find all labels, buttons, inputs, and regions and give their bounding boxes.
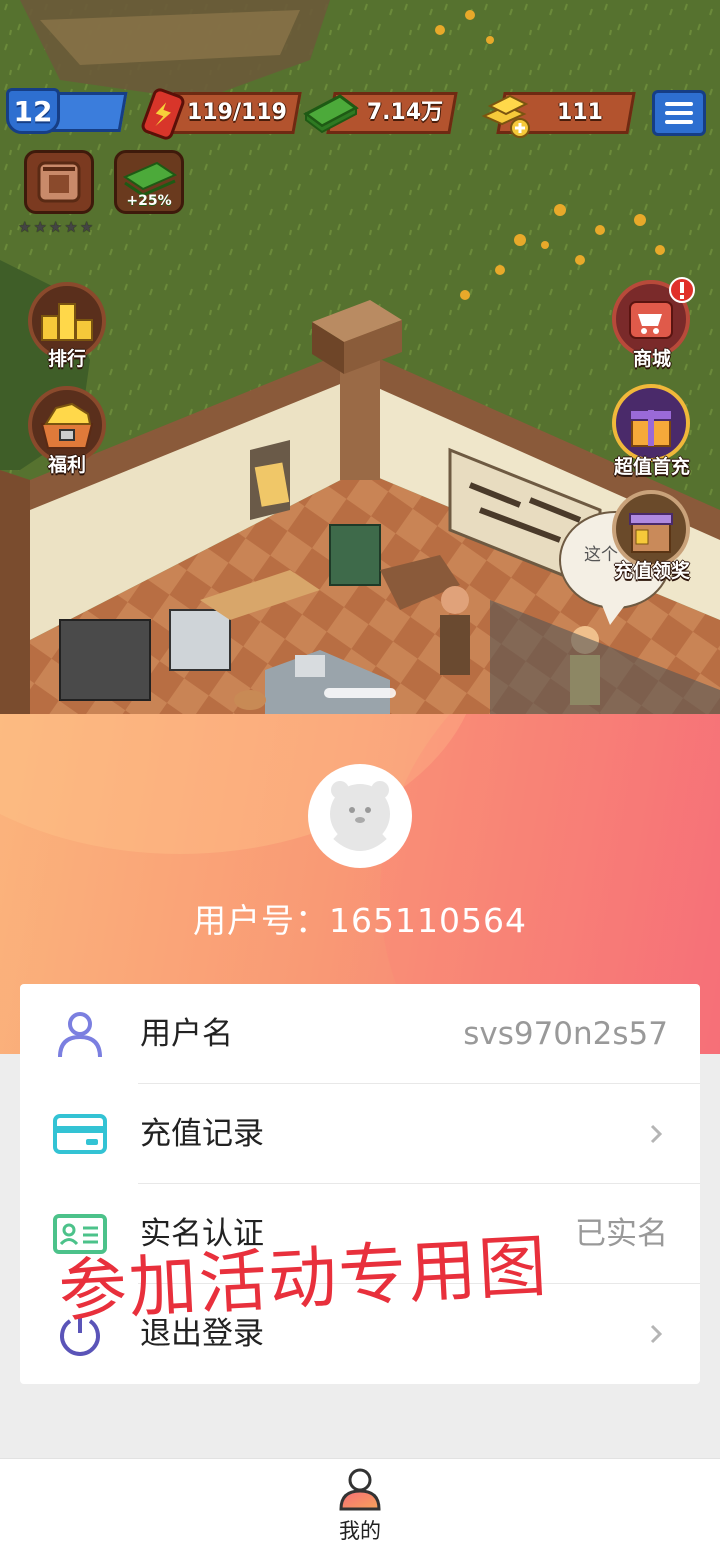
star-icon: ★ (18, 218, 32, 236)
user-id-text: 用户号：165110564 (193, 901, 527, 940)
username-label: 用户名 (140, 1016, 233, 1052)
gift-box-icon (629, 513, 673, 553)
profile-person-icon (339, 1468, 381, 1511)
energy-can-icon (141, 88, 185, 140)
bear-avatar-icon (330, 781, 390, 851)
gold-bars-icon[interactable] (476, 86, 536, 140)
recharge-reward-label: 充值领奖 (613, 560, 690, 582)
storefront-icon (37, 161, 81, 203)
level-badge[interactable]: 12 (6, 88, 60, 134)
tab-mine-label: 我的 (339, 1519, 381, 1543)
star-rating: ★ ★ ★ ★ ★ (18, 218, 93, 236)
gold-value: 111 (557, 100, 603, 125)
recharge-history-row[interactable]: 充值记录 (20, 1084, 700, 1184)
first-charge-button[interactable] (612, 384, 690, 462)
rank-label: 排行 (47, 348, 86, 370)
star-icon: ★ (33, 218, 47, 236)
shop-label: 商城 (632, 348, 671, 370)
chevron-right-icon (650, 1124, 663, 1144)
star-icon: ★ (48, 218, 63, 236)
cash-stack-icon (303, 94, 359, 134)
first-charge-label: 超值首充 (613, 456, 690, 478)
chevron-right-icon (650, 1324, 663, 1344)
bottom-tab-bar: 我的 (0, 1458, 720, 1560)
energy-value: 119/119 (187, 100, 287, 125)
game-hud: 12 119/119 7.14万 111 ★ ★ ★ ★ ★ +25% 排行 福… (0, 0, 720, 714)
home-indicator (324, 688, 396, 698)
bonus-badge: +25% (126, 193, 172, 209)
credit-card-icon (53, 1114, 107, 1154)
tab-mine[interactable]: 我的 (310, 1467, 410, 1557)
level-value: 12 (13, 94, 53, 128)
alert-badge-icon (669, 277, 695, 303)
avatar[interactable] (308, 764, 412, 868)
user-icon (58, 1012, 102, 1057)
game-view[interactable]: 12 119/119 7.14万 111 ★ ★ ★ ★ ★ +25% 排行 福… (0, 0, 720, 714)
gift-box-icon (629, 409, 673, 447)
recharge-history-label: 充值记录 (140, 1116, 264, 1152)
xp-bar (50, 92, 128, 132)
welfare-label: 福利 (47, 454, 86, 476)
star-icon: ★ (79, 218, 94, 236)
username-value: svs970n2s57 (463, 1016, 668, 1052)
hamburger-menu-button[interactable] (652, 90, 706, 136)
star-icon: ★ (64, 218, 78, 236)
realname-status: 已实名 (575, 1216, 668, 1252)
store-building-button[interactable] (24, 150, 94, 214)
cash-bonus-button[interactable]: +25% (114, 150, 184, 214)
username-row: 用户名 svs970n2s57 (20, 984, 700, 1084)
cash-value: 7.14万 (366, 100, 444, 125)
